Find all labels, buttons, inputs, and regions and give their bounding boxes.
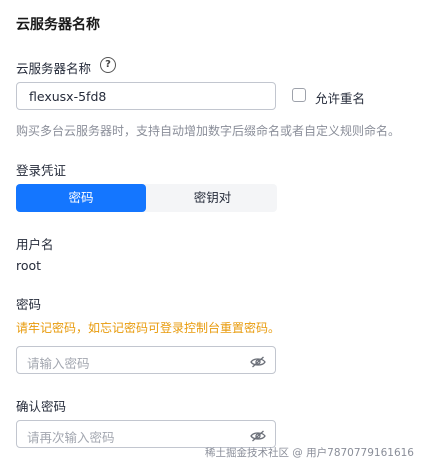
- password-label: 密码: [16, 297, 42, 312]
- server-name-value: flexusx-5fd8: [29, 89, 107, 104]
- question-circle-icon[interactable]: ?: [100, 57, 116, 73]
- password-warning: 请牢记密码，如忘记密码可登录控制台重置密码。: [16, 321, 281, 335]
- allow-duplicate-checkbox[interactable]: [292, 88, 306, 102]
- username-label: 用户名: [16, 237, 54, 252]
- credential-option-keypair[interactable]: 密钥对: [148, 184, 277, 212]
- confirm-password-placeholder: 请再次输入密码: [27, 430, 115, 445]
- credential-option-password[interactable]: 密码: [16, 184, 146, 212]
- password-input[interactable]: 请输入密码: [16, 346, 276, 374]
- allow-duplicate-label[interactable]: 允许重名: [315, 88, 365, 107]
- eye-slash-icon[interactable]: [250, 430, 266, 442]
- password-placeholder: 请输入密码: [27, 356, 90, 371]
- username-value: root: [16, 258, 42, 273]
- eye-slash-icon[interactable]: [250, 356, 266, 368]
- confirm-password-label: 确认密码: [16, 399, 67, 414]
- server-name-input[interactable]: flexusx-5fd8: [16, 82, 276, 110]
- server-name-hint: 购买多台云服务器时，支持自动增加数字后缀命名或者自定义规则命名。: [16, 124, 401, 138]
- confirm-password-input[interactable]: 请再次输入密码: [16, 420, 276, 448]
- server-name-label: 云服务器名称: [16, 61, 92, 76]
- watermark: 稀土掘金技术社区 @ 用户7870779161616: [204, 447, 414, 459]
- credential-label: 登录凭证: [16, 163, 67, 178]
- section-title: 云服务器名称: [16, 17, 100, 33]
